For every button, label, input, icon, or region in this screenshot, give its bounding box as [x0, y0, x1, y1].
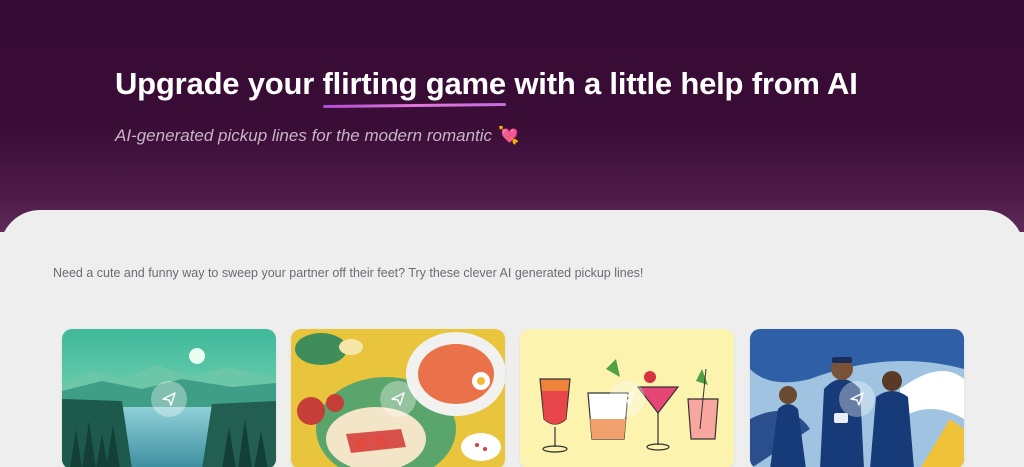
title-highlight: flirting game: [322, 66, 507, 101]
title-part-1: Upgrade your: [115, 66, 323, 101]
send-icon[interactable]: [151, 381, 187, 417]
hero-title: Upgrade your flirting game with a little…: [115, 66, 858, 102]
subtitle-text: AI-generated pickup lines for the modern…: [115, 126, 493, 145]
send-icon[interactable]: [609, 381, 645, 417]
heart-arrow-icon: 💘: [498, 126, 520, 145]
intro-text: Need a cute and funny way to sweep your …: [53, 266, 644, 280]
card-food[interactable]: [291, 329, 505, 467]
title-part-2: with a little help from AI: [505, 66, 858, 101]
send-icon[interactable]: [380, 381, 416, 417]
card-nature[interactable]: [62, 329, 276, 467]
send-icon[interactable]: [839, 381, 875, 417]
hero-subtitle: AI-generated pickup lines for the modern…: [115, 126, 519, 146]
card-cricket[interactable]: [750, 329, 964, 467]
card-cocktails[interactable]: [520, 329, 734, 467]
content-panel: Need a cute and funny way to sweep your …: [0, 210, 1024, 467]
hero-banner: Upgrade your flirting game with a little…: [0, 0, 1024, 232]
